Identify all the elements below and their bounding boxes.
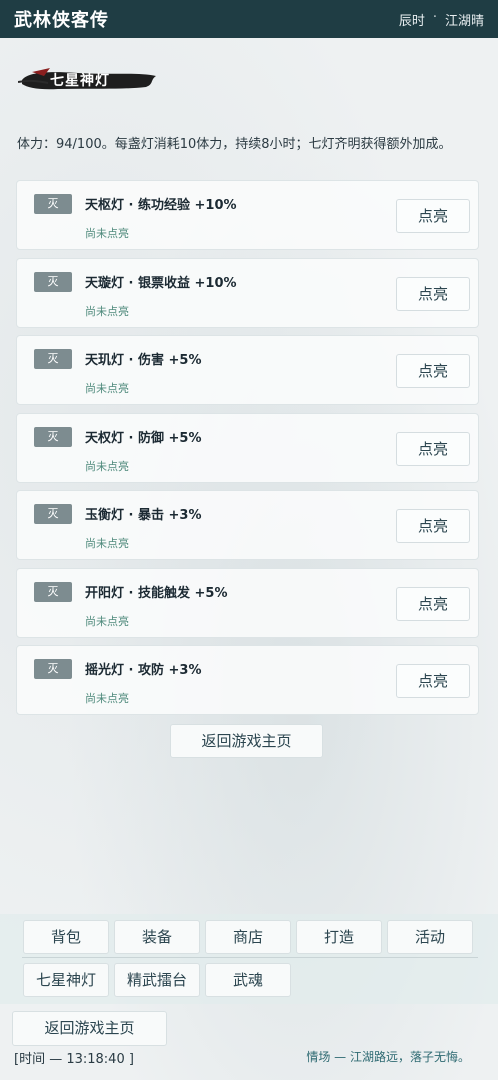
weather-status: 江湖晴 — [444, 13, 484, 29]
lamp-state: 尚未点亮 — [85, 382, 129, 395]
lamp-card: 灭 天权灯 · 防御 +5% 尚未点亮 点亮 — [16, 412, 479, 483]
status-badge: 灭 — [34, 581, 72, 602]
lamp-card: 灭 开阳灯 · 技能触发 +5% 尚未点亮 点亮 — [16, 567, 479, 638]
lamp-state: 尚未点亮 — [85, 614, 129, 628]
status-separator: · — [432, 9, 437, 25]
time-of-day: 辰时 — [398, 13, 425, 29]
lamp-name: 玉衡灯 · 暴击 +3% — [85, 508, 202, 523]
lamp-state: 尚未点亮 — [85, 537, 129, 550]
lamp-name: 天璇灯 · 银票收益 +10% — [85, 275, 237, 291]
light-button[interactable]: 点亮 — [396, 276, 470, 311]
nav-martial-soul[interactable]: 武魂 — [205, 963, 291, 997]
status-badge: 灭 — [34, 426, 72, 447]
status-badge: 灭 — [34, 194, 72, 214]
lamp-name: 天权灯 · 防御 +5% — [85, 430, 202, 446]
lamp-list: 灭 天枢灯 · 练功经验 +10% 尚未点亮 点亮 灭 天璇灯 · 银票收益 +… — [16, 180, 479, 723]
status-badge: 灭 — [34, 349, 72, 369]
nav-forge[interactable]: 打造 — [296, 920, 382, 954]
game-clock: [时间 — 13:18:40 ] — [14, 1052, 134, 1067]
section-banner: 七星神灯 — [18, 66, 158, 94]
footer-motto: 情场 — 江湖路远，落子无悔。 — [306, 1050, 470, 1064]
lamp-card: 灭 玉衡灯 · 暴击 +3% 尚未点亮 点亮 — [16, 490, 479, 560]
status-area: 辰时 · 江湖晴 — [399, 10, 484, 29]
top-bar: 武林侠客传 辰时 · 江湖晴 — [0, 0, 498, 38]
status-badge: 灭 — [34, 659, 72, 679]
nav-equipment[interactable]: 装备 — [114, 920, 200, 954]
light-button[interactable]: 点亮 — [396, 664, 470, 698]
lamp-state: 尚未点亮 — [85, 304, 129, 318]
stamina-info: 体力：94/100。每盏灯消耗10体力，持续8小时；七灯齐明获得额外加成。 — [17, 137, 452, 152]
light-button[interactable]: 点亮 — [396, 586, 470, 621]
lamp-name: 天玑灯 · 伤害 +5% — [85, 353, 202, 368]
lamp-card: 灭 摇光灯 · 攻防 +3% 尚未点亮 点亮 — [16, 645, 479, 715]
lamp-state: 尚未点亮 — [85, 227, 129, 240]
app-title: 武林侠客传 — [14, 10, 109, 31]
lamp-name: 开阳灯 · 技能触发 +5% — [85, 585, 228, 601]
nav-divider — [22, 957, 478, 958]
lamp-name: 摇光灯 · 攻防 +3% — [85, 663, 202, 678]
nav-backpack[interactable]: 背包 — [23, 920, 109, 954]
return-home-button[interactable]: 返回游戏主页 — [170, 724, 323, 758]
lamp-card: 灭 天枢灯 · 练功经验 +10% 尚未点亮 点亮 — [16, 180, 479, 250]
light-button[interactable]: 点亮 — [396, 509, 470, 543]
light-button[interactable]: 点亮 — [396, 199, 470, 233]
status-badge: 灭 — [34, 271, 72, 292]
lamp-name: 天枢灯 · 练功经验 +10% — [85, 198, 237, 213]
section-title: 七星神灯 — [50, 73, 110, 89]
footer-return-home-button[interactable]: 返回游戏主页 — [12, 1011, 167, 1046]
nav-shop[interactable]: 商店 — [205, 920, 291, 954]
lamp-card: 灭 天玑灯 · 伤害 +5% 尚未点亮 点亮 — [16, 335, 479, 405]
status-badge: 灭 — [34, 504, 72, 524]
nav-seven-lamps[interactable]: 七星神灯 — [23, 963, 109, 997]
light-button[interactable]: 点亮 — [396, 354, 470, 388]
lamp-state: 尚未点亮 — [85, 459, 129, 473]
nav-events[interactable]: 活动 — [387, 920, 473, 954]
lamp-card: 灭 天璇灯 · 银票收益 +10% 尚未点亮 点亮 — [16, 257, 479, 328]
nav-arena[interactable]: 精武擂台 — [114, 963, 200, 997]
light-button[interactable]: 点亮 — [396, 431, 470, 466]
lamp-state: 尚未点亮 — [85, 692, 129, 705]
